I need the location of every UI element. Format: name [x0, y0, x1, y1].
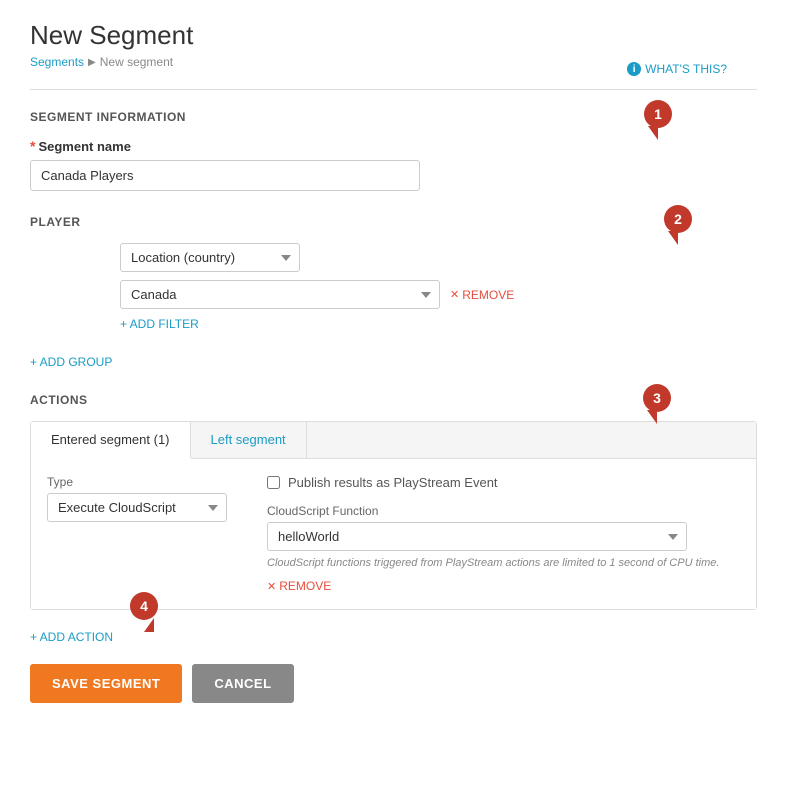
- callout-2: 2: [664, 205, 692, 233]
- type-label: Type: [47, 475, 227, 489]
- filter-type-select[interactable]: Location (country) Level Tag Last Login …: [120, 243, 300, 272]
- whats-this-label: WHAT'S THIS?: [645, 62, 727, 76]
- add-group-link[interactable]: + ADD GROUP: [30, 355, 757, 369]
- segment-info-section: 1 SEGMENT INFORMATION * Segment name: [30, 110, 757, 191]
- required-star: *: [30, 138, 35, 154]
- type-row: Type Execute CloudScript Send Push Notif…: [47, 475, 227, 522]
- add-group-row: + ADD GROUP: [30, 355, 757, 369]
- callout-4: 4: [130, 592, 158, 620]
- x-icon: ✕: [450, 288, 459, 301]
- page-title: New Segment: [30, 20, 757, 51]
- filter-remove-link[interactable]: ✕ REMOVE: [450, 288, 514, 302]
- publish-label: Publish results as PlayStream Event: [288, 475, 498, 490]
- filter-value-select[interactable]: Canada United States United Kingdom Germ…: [120, 280, 440, 309]
- actions-section: ACTIONS 3 Entered segment (1) Left segme…: [30, 393, 757, 610]
- header-divider: [30, 89, 757, 90]
- actions-bottom: 4 + ADD ACTION: [30, 630, 757, 644]
- buttons-row: SAVE SEGMENT CANCEL: [30, 664, 757, 703]
- type-select[interactable]: Execute CloudScript Send Push Notificati…: [47, 493, 227, 522]
- breadcrumb-parent[interactable]: Segments: [30, 55, 84, 69]
- add-filter-row: + ADD FILTER: [120, 317, 757, 331]
- whats-this-link[interactable]: i WHAT'S THIS?: [627, 62, 727, 76]
- x-icon-2: ✕: [267, 580, 276, 593]
- breadcrumb-separator: ▶: [88, 57, 96, 68]
- segment-name-label: * Segment name: [30, 138, 757, 154]
- player-title: PLAYER: [30, 215, 757, 229]
- cloudscript-note: CloudScript functions triggered from Pla…: [267, 557, 740, 569]
- filter-type-row: Location (country) Level Tag Last Login …: [120, 243, 757, 272]
- filter-value-row: Canada United States United Kingdom Germ…: [120, 280, 757, 309]
- add-filter-link[interactable]: + ADD FILTER: [120, 317, 757, 331]
- actions-tabs-container: 3 Entered segment (1) Left segment Type …: [30, 421, 757, 610]
- add-action-row: 4 + ADD ACTION: [30, 630, 757, 644]
- breadcrumb-current: New segment: [100, 55, 173, 69]
- tab-left-segment[interactable]: Left segment: [191, 422, 307, 458]
- info-icon: i: [627, 62, 641, 76]
- action-remove-link[interactable]: ✕ REMOVE: [267, 579, 740, 593]
- cloudscript-label: CloudScript Function: [267, 504, 740, 518]
- player-section: 2 PLAYER Location (country) Level Tag La…: [30, 215, 757, 331]
- cloudscript-select[interactable]: helloWorld processPlayer calculateScore: [267, 522, 687, 551]
- cloudscript-section: CloudScript Function helloWorld processP…: [267, 504, 740, 593]
- segment-name-input[interactable]: [30, 160, 420, 191]
- action-details: Publish results as PlayStream Event Clou…: [257, 475, 740, 593]
- tab-entered-segment[interactable]: Entered segment (1): [31, 422, 191, 459]
- cancel-button[interactable]: CANCEL: [192, 664, 293, 703]
- save-segment-button[interactable]: SAVE SEGMENT: [30, 664, 182, 703]
- tab-content: Type Execute CloudScript Send Push Notif…: [31, 459, 756, 609]
- publish-row: Publish results as PlayStream Event: [267, 475, 740, 490]
- callout-1: 1: [644, 100, 672, 128]
- add-action-link[interactable]: + ADD ACTION: [30, 630, 757, 644]
- callout-3: 3: [643, 384, 671, 412]
- publish-checkbox[interactable]: [267, 476, 280, 489]
- tabs-header: Entered segment (1) Left segment: [31, 422, 756, 459]
